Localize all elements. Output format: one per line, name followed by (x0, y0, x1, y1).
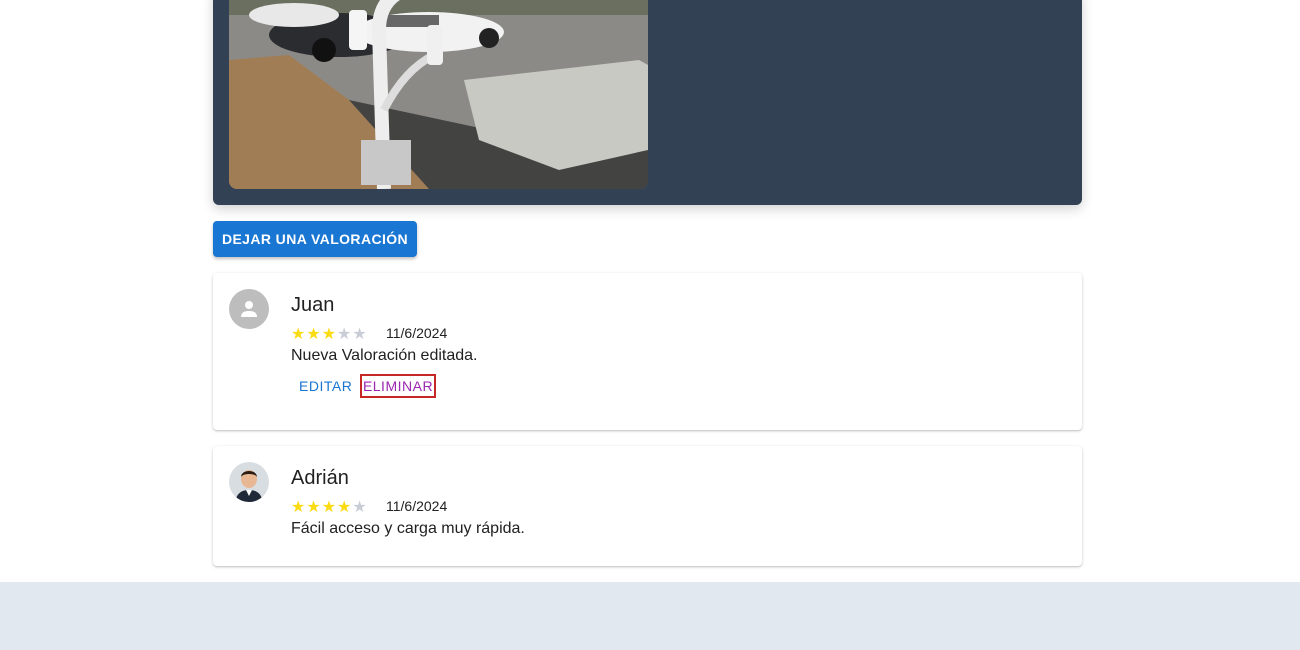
station-hero (213, 0, 1082, 205)
page-footer (0, 582, 1300, 650)
delete-review-button[interactable]: ELIMINAR (360, 374, 436, 398)
avatar (229, 289, 269, 329)
person-icon (241, 301, 257, 317)
rate-station-button[interactable]: DEJAR UNA VALORACIÓN (213, 221, 417, 257)
user-photo (229, 462, 269, 502)
avatar (229, 462, 269, 502)
rating-stars: ★★★★★ (291, 326, 368, 344)
review-comment: Fácil acceso y carga muy rápida. (291, 520, 525, 537)
rating-stars: ★★★★★ (291, 499, 368, 517)
review-card: Juan ★★★★★ 11/6/2024 Nueva Valoración ed… (213, 273, 1082, 430)
star-icon-empty: ★★ (337, 326, 368, 343)
review-author: Adrián (291, 467, 349, 489)
star-icon-filled: ★★★ (291, 326, 338, 343)
star-icon-filled: ★★★★ (291, 499, 353, 516)
edit-review-button[interactable]: EDITAR (299, 374, 352, 398)
station-photo (229, 0, 648, 189)
star-icon-empty: ★ (352, 499, 368, 516)
review-card: Adrián ★★★★★ 11/6/2024 Fácil acceso y ca… (213, 446, 1082, 566)
review-date: 11/6/2024 (386, 498, 448, 514)
review-comment: Nueva Valoración editada. (291, 347, 478, 364)
review-author: Juan (291, 294, 335, 316)
review-date: 11/6/2024 (386, 325, 448, 341)
